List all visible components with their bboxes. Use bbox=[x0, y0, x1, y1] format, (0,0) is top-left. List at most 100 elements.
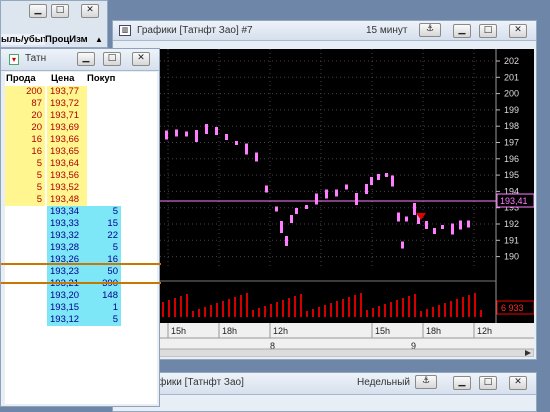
weekly-maximize-button[interactable]: □ bbox=[479, 376, 497, 390]
bid-price: 193,34 bbox=[47, 206, 87, 218]
price-tick-label: 198 bbox=[504, 121, 519, 131]
volume-bar bbox=[330, 303, 332, 317]
volume-bar bbox=[360, 293, 362, 317]
candle-mark bbox=[235, 141, 238, 145]
volume-bar bbox=[408, 296, 410, 317]
book-maximize-button[interactable]: □ bbox=[103, 52, 121, 66]
volume-bar bbox=[372, 308, 374, 317]
candle-mark bbox=[459, 220, 462, 230]
book-close-button[interactable]: ✕ bbox=[132, 52, 150, 66]
bid-price: 193,21 bbox=[47, 278, 87, 290]
weekly-chart-window: рафики [Татнфт Зао] Недельный ⚓ ▁ □ ✕ bbox=[112, 372, 537, 412]
close-button[interactable]: ✕ bbox=[81, 4, 99, 18]
ask-row[interactable]: 5 193,48 bbox=[5, 194, 157, 206]
candle-mark bbox=[175, 129, 178, 137]
volume-bar bbox=[462, 297, 464, 317]
ask-price: 193,77 bbox=[47, 86, 87, 98]
weekly-minimize-button[interactable]: ▁ bbox=[453, 376, 471, 390]
volume-bar bbox=[354, 295, 356, 317]
volume-bar bbox=[240, 295, 242, 317]
ask-row[interactable]: 20 193,69 bbox=[5, 122, 157, 134]
ask-price: 193,48 bbox=[47, 194, 87, 206]
chart-close-button[interactable]: ✕ bbox=[509, 24, 527, 38]
time-tick-label: 12h bbox=[477, 326, 492, 336]
ask-row[interactable]: 87 193,72 bbox=[5, 98, 157, 110]
order-book-window: ▾ Татн ▁ □ ✕ Прода Цена Покуп 200 193,77 8… bbox=[0, 48, 161, 407]
ask-quantity: 5 bbox=[5, 158, 45, 170]
volume-bar bbox=[324, 305, 326, 317]
volume-bar bbox=[264, 306, 266, 317]
column-header-change[interactable]: ПроцИзм bbox=[45, 34, 93, 45]
header-buy[interactable]: Покуп bbox=[87, 72, 115, 86]
volume-bar bbox=[480, 310, 482, 317]
candle-mark bbox=[280, 221, 283, 233]
candle-mark bbox=[275, 206, 278, 212]
anchor-button[interactable]: ⚓ bbox=[419, 23, 441, 37]
time-tick-label: 12h bbox=[273, 326, 288, 336]
ask-row[interactable]: 5 193,64 bbox=[5, 158, 157, 170]
volume-bar bbox=[186, 294, 188, 317]
maximize-button[interactable]: □ bbox=[51, 4, 69, 18]
chart-maximize-button[interactable]: □ bbox=[479, 24, 497, 38]
bid-quantity: 5 bbox=[87, 242, 121, 254]
bid-row[interactable]: 15 193,33 bbox=[5, 218, 157, 230]
volume-bar bbox=[198, 309, 200, 317]
ask-row[interactable]: 16 193,66 bbox=[5, 134, 157, 146]
column-header-pnl[interactable]: ыль/убыт bbox=[1, 34, 45, 45]
ask-price: 193,66 bbox=[47, 134, 87, 146]
candle-mark bbox=[305, 205, 308, 209]
chart-canvas[interactable]: 202 201 200 199 198 197 196 195 194 193 192 191 190 1… bbox=[115, 49, 535, 358]
bid-row[interactable]: 22 193,32 bbox=[5, 230, 157, 242]
bid-row[interactable]: 5 193,34 bbox=[5, 206, 157, 218]
bid-row[interactable]: 50 193,23 bbox=[5, 266, 157, 278]
volume-bar bbox=[228, 299, 230, 317]
minimize-button[interactable]: ▁ bbox=[29, 4, 47, 18]
ask-row[interactable]: 20 193,71 bbox=[5, 110, 157, 122]
bid-quantity: 390 bbox=[87, 278, 121, 290]
candle-mark bbox=[335, 189, 338, 197]
order-book-title: Татн bbox=[25, 53, 47, 64]
price-chart-svg[interactable]: 2022012001991981971961951941931921911901… bbox=[115, 49, 535, 358]
ask-row[interactable]: 5 193,52 bbox=[5, 182, 157, 194]
chart-minimize-button[interactable]: ▁ bbox=[453, 24, 471, 38]
ask-row[interactable]: 5 193,56 bbox=[5, 170, 157, 182]
chart-title: Графики [Татнфт Зао] #7 bbox=[137, 25, 253, 36]
weekly-anchor-button[interactable]: ⚓ bbox=[415, 375, 437, 389]
bid-row[interactable]: 5 193,12 bbox=[5, 314, 157, 326]
price-level-marker-line bbox=[1, 282, 161, 284]
candle-mark bbox=[265, 185, 268, 193]
header-price[interactable]: Цена bbox=[51, 72, 74, 86]
ask-price: 193,72 bbox=[47, 98, 87, 110]
bid-row[interactable]: 390193,21 bbox=[5, 278, 157, 290]
price-tick-label: 200 bbox=[504, 89, 519, 99]
header-sell[interactable]: Прода bbox=[6, 72, 36, 86]
bid-row[interactable]: 148 193,20 bbox=[5, 290, 157, 302]
volume-bar bbox=[312, 309, 314, 317]
ask-row[interactable]: 16 193,65 bbox=[5, 146, 157, 158]
book-minimize-button[interactable]: ▁ bbox=[77, 52, 95, 66]
weekly-close-button[interactable]: ✕ bbox=[509, 376, 527, 390]
bid-row[interactable]: 1 193,15 bbox=[5, 302, 157, 314]
candle-mark bbox=[441, 225, 444, 229]
order-book-icon: ▾ bbox=[9, 54, 19, 65]
price-tick-label: 192 bbox=[504, 219, 519, 229]
volume-bar bbox=[174, 298, 176, 317]
ask-row[interactable]: 200 193,77 bbox=[5, 86, 157, 98]
bid-quantity: 50 bbox=[87, 266, 121, 278]
order-book-title-bar: ▾ Татн ▁ □ ✕ bbox=[1, 49, 159, 71]
weekly-timeframe-label[interactable]: Недельный bbox=[357, 377, 410, 388]
candle-mark bbox=[467, 220, 470, 228]
candle-mark bbox=[355, 193, 358, 205]
ask-quantity: 87 bbox=[5, 98, 45, 110]
horizontal-scrollbar[interactable] bbox=[115, 348, 535, 358]
timeframe-label[interactable]: 15 минут bbox=[366, 25, 407, 36]
volume-bar bbox=[300, 294, 302, 317]
ask-price: 193,65 bbox=[47, 146, 87, 158]
ask-quantity: 20 bbox=[5, 110, 45, 122]
candle-mark bbox=[377, 174, 380, 180]
order-book-table[interactable]: Прода Цена Покуп 200 193,77 87 193,72 20 193,… bbox=[1, 72, 161, 404]
volume-bar bbox=[432, 307, 434, 317]
bid-row[interactable]: 5 193,28 bbox=[5, 242, 157, 254]
candle-mark bbox=[451, 223, 454, 235]
volume-bar bbox=[318, 307, 320, 317]
